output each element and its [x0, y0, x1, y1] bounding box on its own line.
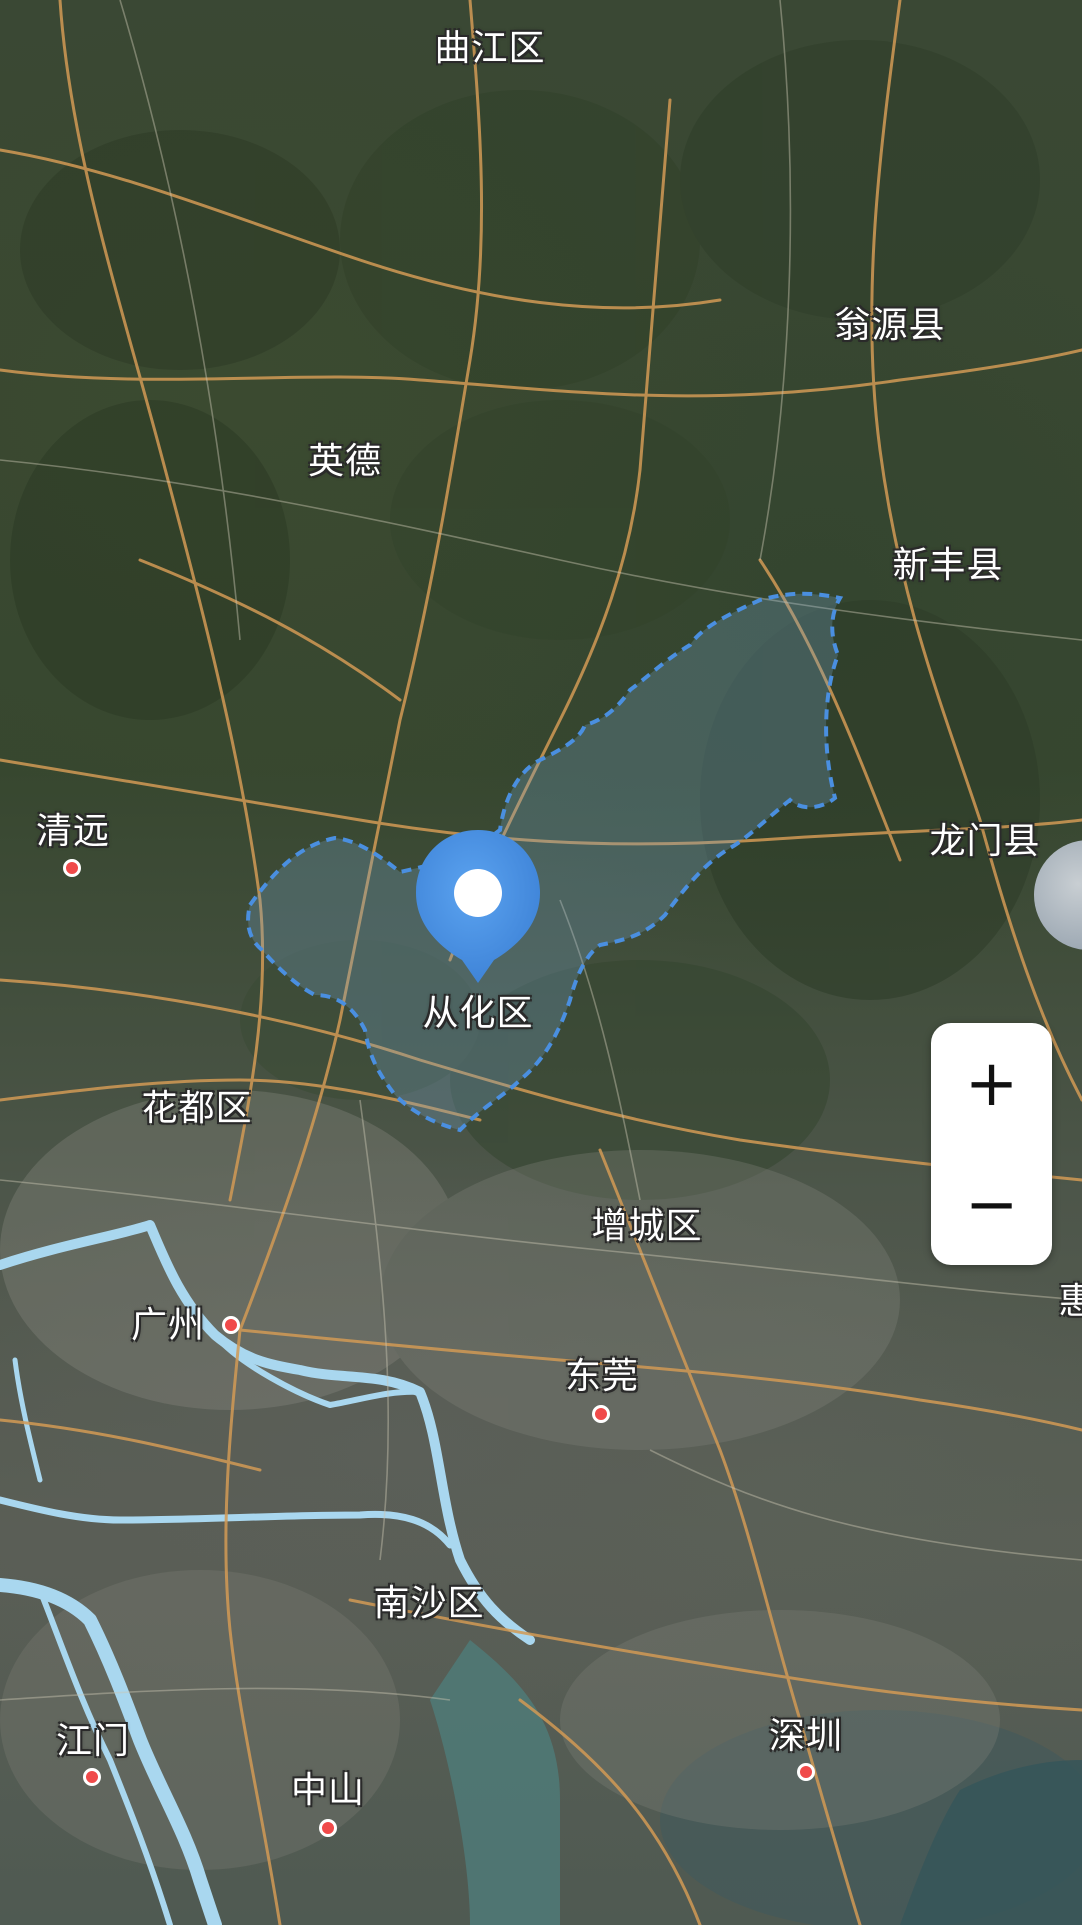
zoom-control: + −: [931, 1023, 1052, 1265]
place-label-zengcheng[interactable]: 增城区: [591, 1197, 702, 1249]
place-label-wengyuan[interactable]: 翁源县: [834, 296, 945, 348]
location-pin-icon[interactable]: [408, 825, 548, 990]
place-label-qujiang[interactable]: 曲江区: [434, 19, 545, 71]
place-label-nansha[interactable]: 南沙区: [373, 1574, 484, 1626]
place-label-shenzhen[interactable]: 深圳: [769, 1707, 843, 1759]
place-label-yingde[interactable]: 英德: [308, 432, 382, 484]
city-marker-zhongshan[interactable]: [319, 1819, 337, 1837]
place-label-zhongshan[interactable]: 中山: [291, 1761, 365, 1813]
zoom-out-button[interactable]: −: [931, 1144, 1052, 1265]
city-marker-qingyuan[interactable]: [63, 859, 81, 877]
selected-region-label[interactable]: 从化区: [422, 984, 533, 1036]
place-label-qingyuan[interactable]: 清远: [36, 802, 110, 854]
place-label-hui-partial[interactable]: 惠: [1058, 1272, 1082, 1324]
city-marker-jiangmen[interactable]: [83, 1768, 101, 1786]
city-marker-guangzhou[interactable]: [222, 1316, 240, 1334]
place-label-longmen[interactable]: 龙门县: [929, 812, 1040, 864]
city-marker-shenzhen[interactable]: [797, 1763, 815, 1781]
place-label-guangzhou[interactable]: 广州: [131, 1296, 205, 1348]
place-label-jiangmen[interactable]: 江门: [56, 1712, 130, 1764]
place-label-xinfeng[interactable]: 新丰县: [892, 536, 1003, 588]
place-label-huadu[interactable]: 花都区: [141, 1079, 252, 1131]
estuary: [430, 1640, 560, 1925]
satellite-map[interactable]: 曲江区 翁源县 英德 新丰县 清远 龙门县 从化区 花都区 增城区 广州 东莞 …: [0, 0, 1082, 1925]
city-marker-dongguan[interactable]: [592, 1405, 610, 1423]
zoom-in-button[interactable]: +: [931, 1023, 1052, 1144]
place-label-dongguan[interactable]: 东莞: [565, 1347, 639, 1399]
